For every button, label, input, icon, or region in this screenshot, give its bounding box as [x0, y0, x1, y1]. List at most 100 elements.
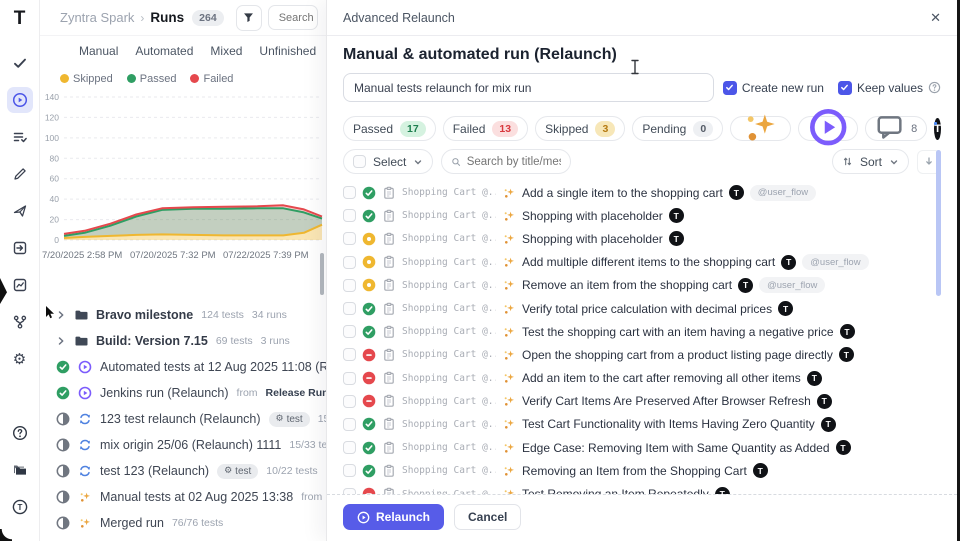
sidebar-item-box-arrow[interactable] — [7, 235, 33, 261]
run-name-input[interactable] — [343, 73, 714, 102]
test-row[interactable]: Shopping Cart @...Test the shopping cart… — [343, 320, 941, 343]
sidebar-item-gear[interactable]: ⚙ — [7, 346, 33, 372]
filter-chip-pending[interactable]: Pending0 — [632, 116, 723, 141]
run-title: Automated tests at 12 Aug 2025 11:08 (Re… — [100, 360, 326, 374]
sidebar-item-chart-frame[interactable] — [7, 272, 33, 298]
row-checkbox[interactable] — [343, 256, 356, 269]
test-title: Add multiple different items to the shop… — [522, 255, 775, 269]
sidebar-item-list-check[interactable] — [7, 124, 33, 150]
row-checkbox[interactable] — [343, 418, 356, 431]
filter-chip-skipped[interactable]: Skipped3 — [535, 116, 625, 141]
filter-chip-passed[interactable]: Passed17 — [343, 116, 436, 141]
test-row[interactable]: Shopping Cart @...Removing an Item from … — [343, 459, 941, 482]
row-checkbox[interactable] — [343, 279, 356, 292]
close-icon[interactable]: ✕ — [930, 11, 941, 24]
tab-mixed[interactable]: Mixed — [210, 44, 242, 58]
test-row[interactable]: Shopping Cart @...Shopping with placehol… — [343, 227, 941, 250]
checkbox-checked[interactable] — [838, 81, 852, 95]
manual-sparkle-icon — [502, 278, 516, 292]
app-logo[interactable]: T — [14, 8, 26, 30]
status-skipped-icon — [362, 255, 376, 269]
row-checkbox[interactable] — [343, 302, 356, 315]
clipboard-icon — [382, 417, 396, 431]
tab-manual[interactable]: Manual — [79, 44, 118, 58]
test-row[interactable]: Shopping Cart @...Add a single item to t… — [343, 181, 941, 204]
filter-chip-failed[interactable]: Failed13 — [443, 116, 528, 141]
status-passed-icon — [362, 186, 376, 200]
test-row[interactable]: Shopping Cart @...Test Cart Functionalit… — [343, 413, 941, 436]
select-all-checkbox[interactable] — [353, 155, 366, 168]
test-row[interactable]: Shopping Cart @...Verify Cart Items Are … — [343, 390, 941, 413]
x-axis-label: 07/20/2025 7:32 PM — [130, 250, 216, 261]
sidebar-item-folders[interactable] — [7, 457, 33, 483]
sidebar-item-avatar-t[interactable]: T — [7, 494, 33, 520]
sidebar-item-question-circle[interactable] — [7, 420, 33, 446]
row-checkbox[interactable] — [343, 186, 356, 199]
status-failed-icon — [362, 371, 376, 385]
help-icon[interactable] — [928, 81, 941, 94]
run-row[interactable]: Merged run76/76 tests — [40, 510, 326, 536]
row-checkbox[interactable] — [343, 464, 356, 477]
row-checkbox[interactable] — [343, 395, 356, 408]
run-row[interactable]: Automated tests at 12 Aug 2025 11:08 (Re… — [40, 354, 326, 380]
checkbox-checked[interactable] — [723, 81, 737, 95]
tests-search-box[interactable] — [441, 149, 571, 174]
filter-button[interactable] — [236, 5, 262, 31]
test-title: Test Cart Functionality with Items Havin… — [522, 417, 815, 431]
filter-chip-automated-circle[interactable] — [798, 116, 858, 141]
filter-chip-comment[interactable]: 8 — [865, 116, 927, 141]
modal-scrollbar-thumb[interactable] — [936, 150, 941, 296]
run-row[interactable]: Manual tests at 02 Aug 2025 13:38fromCus… — [40, 484, 326, 510]
option-keep-values[interactable]: Keep values — [838, 81, 941, 95]
manual-sparkle-icon — [502, 325, 516, 339]
manual-sparkle-icon — [740, 107, 780, 150]
row-checkbox[interactable] — [343, 325, 356, 338]
test-row[interactable]: Shopping Cart @...Remove an item from th… — [343, 274, 941, 297]
assignee-avatar: T — [839, 347, 854, 362]
test-row[interactable]: Shopping Cart @...Edge Case: Removing It… — [343, 436, 941, 459]
row-checkbox[interactable] — [343, 441, 356, 454]
suite-label: Shopping Cart @... — [402, 187, 496, 198]
status-in-progress-icon — [56, 412, 70, 426]
test-row[interactable]: Shopping Cart @...Add multiple different… — [343, 251, 941, 274]
clipboard-icon — [382, 232, 396, 246]
sidebar-item-play-circle[interactable] — [7, 87, 33, 113]
manual-sparkle-icon — [502, 255, 516, 269]
assignee-avatar: T — [669, 231, 684, 246]
runs-search-input[interactable] — [279, 12, 318, 24]
test-row[interactable]: Shopping Cart @...Add an item to the car… — [343, 367, 941, 390]
panel-scrollbar-thumb[interactable] — [320, 253, 324, 295]
tab-unfinished[interactable]: Unfinished — [259, 44, 316, 58]
row-checkbox[interactable] — [343, 348, 356, 361]
run-row[interactable]: 123 test relaunch (Relaunch)⚙test15/23 t… — [40, 406, 326, 432]
assignee-filter-avatar[interactable]: T — [934, 118, 941, 140]
row-checkbox[interactable] — [343, 209, 356, 222]
relaunch-button[interactable]: Relaunch — [343, 504, 444, 530]
run-row[interactable]: mix origin 25/06 (Relaunch) 111115/33 te… — [40, 432, 326, 458]
option-create-new-run[interactable]: Create new run — [723, 81, 824, 95]
sidebar-item-plane[interactable] — [7, 198, 33, 224]
sidebar-item-check[interactable] — [7, 50, 33, 76]
chart-legend: SkippedPassedFailed — [40, 73, 326, 85]
filter-chip-manual-sparkle[interactable] — [730, 116, 790, 141]
run-row[interactable]: test 123 (Relaunch)⚙test10/22 tests — [40, 458, 326, 484]
test-row[interactable]: Shopping Cart @...Verify total price cal… — [343, 297, 941, 320]
runs-search-box[interactable] — [268, 5, 318, 30]
row-checkbox[interactable] — [343, 372, 356, 385]
row-checkbox[interactable] — [343, 232, 356, 245]
run-group-row[interactable]: Bravo milestone124 tests34 runs — [40, 302, 326, 328]
tests-search-input[interactable] — [467, 156, 562, 168]
sidebar-item-pen[interactable] — [7, 161, 33, 187]
run-row[interactable]: Jenkins run (Relaunch)fromRelease Run 1.… — [40, 380, 326, 406]
test-row[interactable]: Shopping Cart @...Open the shopping cart… — [343, 343, 941, 366]
sort-dropdown[interactable]: Sort — [832, 149, 909, 174]
cancel-button[interactable]: Cancel — [454, 504, 521, 530]
tab-automated[interactable]: Automated — [135, 44, 193, 58]
test-row[interactable]: Shopping Cart @...Shopping with placehol… — [343, 204, 941, 227]
run-group-row[interactable]: Build: Version 7.1569 tests3 runs — [40, 328, 326, 354]
option-label: Create new run — [742, 81, 824, 95]
breadcrumb-project[interactable]: Zyntra Spark — [60, 10, 134, 25]
sidebar-item-branch[interactable] — [7, 309, 33, 335]
manual-sparkle-icon — [502, 371, 516, 385]
select-dropdown[interactable]: Select — [343, 149, 433, 174]
